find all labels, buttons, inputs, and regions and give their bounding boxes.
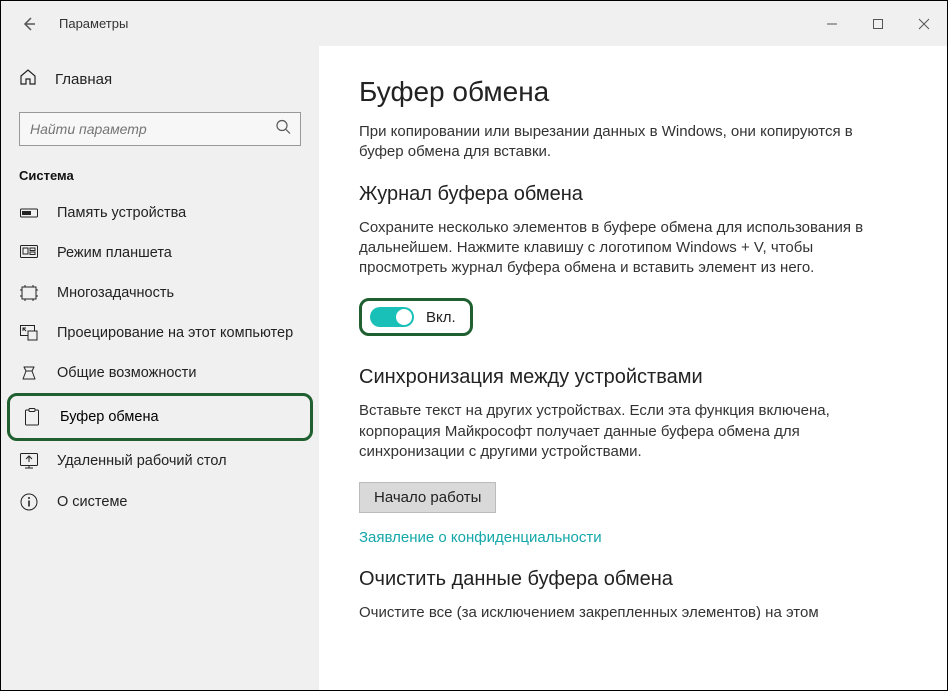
history-toggle-label: Вкл. xyxy=(426,309,456,326)
back-arrow-icon xyxy=(20,16,36,32)
nav-home-label: Главная xyxy=(55,71,112,88)
minimize-icon xyxy=(826,18,838,30)
sidebar-item-shared[interactable]: Общие возможности xyxy=(1,353,319,393)
search-wrap xyxy=(19,112,301,146)
close-icon xyxy=(918,18,930,30)
sidebar-item-about[interactable]: О системе xyxy=(1,481,319,523)
sidebar-item-storage[interactable]: Память устройства xyxy=(1,193,319,233)
search-icon xyxy=(275,119,291,140)
minimize-button[interactable] xyxy=(809,8,855,40)
sidebar-item-multitask[interactable]: Многозадачность xyxy=(1,273,319,313)
history-toggle[interactable] xyxy=(370,307,414,327)
sidebar-item-tablet[interactable]: Режим планшета xyxy=(1,233,319,273)
sync-heading: Синхронизация между устройствами xyxy=(359,366,907,389)
nav-home[interactable]: Главная xyxy=(1,60,319,98)
sidebar-item-label: Проецирование на этот компьютер xyxy=(57,325,293,341)
app-title: Параметры xyxy=(59,16,128,31)
remote-icon xyxy=(19,453,39,469)
history-heading: Журнал буфера обмена xyxy=(359,183,907,206)
sidebar: Главная Система Память устройства Режим … xyxy=(1,46,319,690)
clear-desc: Очистите все (за исключением закрепленны… xyxy=(359,603,879,623)
back-button[interactable] xyxy=(15,11,41,37)
sidebar-item-label: Буфер обмена xyxy=(60,409,159,425)
projecting-icon xyxy=(19,325,39,341)
shared-icon xyxy=(19,365,39,381)
sidebar-item-label: Режим планшета xyxy=(57,245,172,261)
privacy-link[interactable]: Заявление о конфиденциальности xyxy=(359,529,907,546)
sidebar-item-clipboard[interactable]: Буфер обмена xyxy=(7,393,313,441)
content-area: Буфер обмена При копировании или вырезан… xyxy=(319,46,947,690)
sidebar-item-label: О системе xyxy=(57,494,127,510)
clipboard-icon xyxy=(22,408,42,426)
intro-text: При копировании или вырезании данных в W… xyxy=(359,122,879,163)
window-controls xyxy=(809,8,947,40)
storage-icon xyxy=(19,207,39,219)
toggle-knob xyxy=(396,309,412,325)
sidebar-item-projecting[interactable]: Проецирование на этот компьютер xyxy=(1,313,319,353)
close-button[interactable] xyxy=(901,8,947,40)
get-started-button[interactable]: Начало работы xyxy=(359,482,496,513)
maximize-icon xyxy=(872,18,884,30)
multitask-icon xyxy=(19,285,39,301)
sync-desc: Вставьте текст на других устройствах. Ес… xyxy=(359,401,879,462)
clear-heading: Очистить данные буфера обмена xyxy=(359,568,907,591)
titlebar: Параметры xyxy=(1,1,947,46)
sidebar-item-label: Удаленный рабочий стол xyxy=(57,453,227,469)
tablet-icon xyxy=(19,245,39,261)
search-input[interactable] xyxy=(19,112,301,146)
home-icon xyxy=(19,68,37,90)
sidebar-item-remote[interactable]: Удаленный рабочий стол xyxy=(1,441,319,481)
about-icon xyxy=(19,493,39,511)
page-title: Буфер обмена xyxy=(359,76,907,108)
sidebar-item-label: Общие возможности xyxy=(57,365,196,381)
history-toggle-wrap: Вкл. xyxy=(359,298,473,336)
history-desc: Сохраните несколько элементов в буфере о… xyxy=(359,218,879,279)
maximize-button[interactable] xyxy=(855,8,901,40)
sidebar-item-label: Многозадачность xyxy=(57,285,174,301)
sidebar-item-label: Память устройства xyxy=(57,205,186,221)
section-label: Система xyxy=(1,164,319,193)
